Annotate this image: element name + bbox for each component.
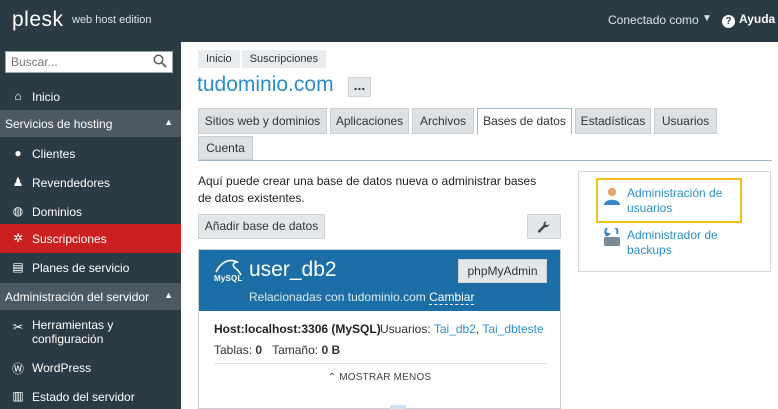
host-value: localhost:3306 (MySQL) [244,322,381,336]
help-link[interactable]: ? Ayuda [722,12,775,28]
more-button[interactable]: ... [348,77,371,97]
user-admin-icon [604,187,620,205]
sidebar-section-server[interactable]: Administración del servidor ▲ [0,283,181,310]
breadcrumb-item-suscripciones[interactable]: Suscripciones [241,50,327,68]
sidebar-item-label: Estado del servidor [32,390,135,404]
sidebar-item-label: WordPress [32,361,92,375]
wrench-icon [537,221,550,233]
tab-aplicaciones[interactable]: Aplicaciones [330,108,409,134]
size-label: Tamaño: [272,343,319,357]
database-related: Relacionadas con tudominio.com Cambiar [249,290,475,305]
divider [214,363,547,364]
show-less-label: MOSTRAR MENOS [339,372,432,383]
breadcrumb-item-inicio[interactable]: Inicio [198,50,240,68]
database-stats: Tablas: 0 Tamaño: 0 B [214,343,340,357]
backup-icon [604,228,620,246]
intro-text: Aquí puede crear una base de datos nueva… [198,174,537,205]
status-icon: ▥ [12,389,24,403]
plesk-logo[interactable]: plesk [12,8,64,32]
globe-icon: ◍ [12,204,24,218]
backup-admin-link[interactable]: Administrador de backups [627,228,739,258]
sidebar-item-home[interactable]: ⌂ Inicio [0,82,181,111]
sidebar-item-label: Suscripciones [32,232,107,246]
host-label: Host: [214,322,245,336]
tabs-divider [198,160,772,161]
chevron-up-icon: ⌃ [327,372,337,383]
sidebar-item-label: Planes de servicio [32,261,130,275]
tables-label: Tablas: [214,343,253,357]
mysql-icon: MySQL [213,256,243,286]
sidebar-item-label: Revendedores [32,176,111,190]
caret-up-icon: ▲ [164,117,173,127]
sidebar-item-wordpress[interactable]: Ⓦ WordPress [0,353,181,382]
add-database-button[interactable]: Añadir base de datos [198,214,325,239]
user-link-tai-db2[interactable]: Tai_db2 [434,322,476,336]
settings-button[interactable] [527,214,561,239]
tab-usuarios[interactable]: Usuarios [654,108,717,134]
tab-bases-de-datos[interactable]: Bases de datos [477,108,572,135]
edition-label: web host edition [72,14,152,26]
home-icon: ⌂ [14,89,22,103]
database-users: Usuarios: Tai_db2, Tai_dbteste [380,322,544,336]
database-name: user_db2 [249,258,337,281]
related-text: Relacionadas con tudominio.com [249,290,426,304]
database-card: MySQL user_db2 Relacionadas con tudomini… [198,249,561,409]
wordpress-icon: Ⓦ [11,362,24,376]
mysql-label: MySQL [214,274,243,283]
tables-value: 0 [255,343,263,357]
user-admin-link[interactable]: Administración de usuarios [627,186,739,216]
tab-sitios-web[interactable]: Sitios web y dominios [198,108,327,134]
tab-estadisticas[interactable]: Estadísticas [575,108,651,134]
sidebar-item-revendedores[interactable]: ♟ Revendedores [0,168,181,197]
caret-down-icon[interactable]: ▼ [702,13,712,24]
size-value: 0 B [321,343,341,357]
tools-icon: ✂ [12,320,24,334]
search-icon[interactable] [153,54,167,68]
page-title: tudominio.com [197,73,334,96]
gear-icon: ✲ [12,231,24,245]
user-menu[interactable]: Conectado como [608,13,699,27]
breadcrumb: Inicio Suscripciones [198,50,328,68]
top-header: plesk web host edition Conectado como ▼ … [0,0,778,42]
sidebar-item-dominios[interactable]: ◍ Dominios [0,197,181,226]
search-box [5,51,173,73]
sidebar-item-herramientas[interactable]: ✂ Herramientas y configuración [0,313,181,351]
phpmyadmin-button[interactable]: phpMyAdmin [458,259,547,283]
help-icon: ? [722,15,735,28]
tab-archivos[interactable]: Archivos [412,108,474,134]
sidebar-item-planes[interactable]: ▤ Planes de servicio [0,253,181,282]
database-host: Host:localhost:3306 (MySQL) [214,322,381,336]
section-label: Servicios de hosting [5,117,113,131]
sidebar-item-label: Clientes [32,147,76,161]
reseller-icon: ♟ [12,175,24,189]
sidebar-item-estado[interactable]: ▥ Estado del servidor [0,382,181,409]
caret-up-icon: ▲ [164,290,173,300]
users-label: Usuarios: [380,322,431,336]
database-card-header: MySQL user_db2 Relacionadas con tudomini… [199,250,560,311]
tab-cuenta[interactable]: Cuenta [198,136,253,160]
sidebar-item-suscripciones[interactable]: ✲ Suscripciones [0,224,181,253]
change-link[interactable]: Cambiar [429,290,475,305]
sidebar-item-label: Inicio [32,90,61,104]
help-label: Ayuda [739,12,776,26]
search-input[interactable] [6,52,146,72]
user-icon: ● [14,146,22,160]
partial-row [390,405,406,409]
section-label: Administración del servidor [5,290,150,304]
plan-icon: ▤ [12,260,24,274]
sidebar: ⌂ Inicio Servicios de hosting ▲ ● Client… [0,42,181,409]
sidebar-item-label: Herramientas y configuración [32,318,114,346]
sidebar-item-label: Dominios [32,205,83,219]
sidebar-section-hosting[interactable]: Servicios de hosting ▲ [0,110,181,137]
show-less-toggle[interactable]: ⌃ MOSTRAR MENOS [199,372,560,383]
user-link-tai-dbteste[interactable]: Tai_dbteste [482,322,543,336]
sidebar-item-clientes[interactable]: ● Clientes [0,139,181,168]
